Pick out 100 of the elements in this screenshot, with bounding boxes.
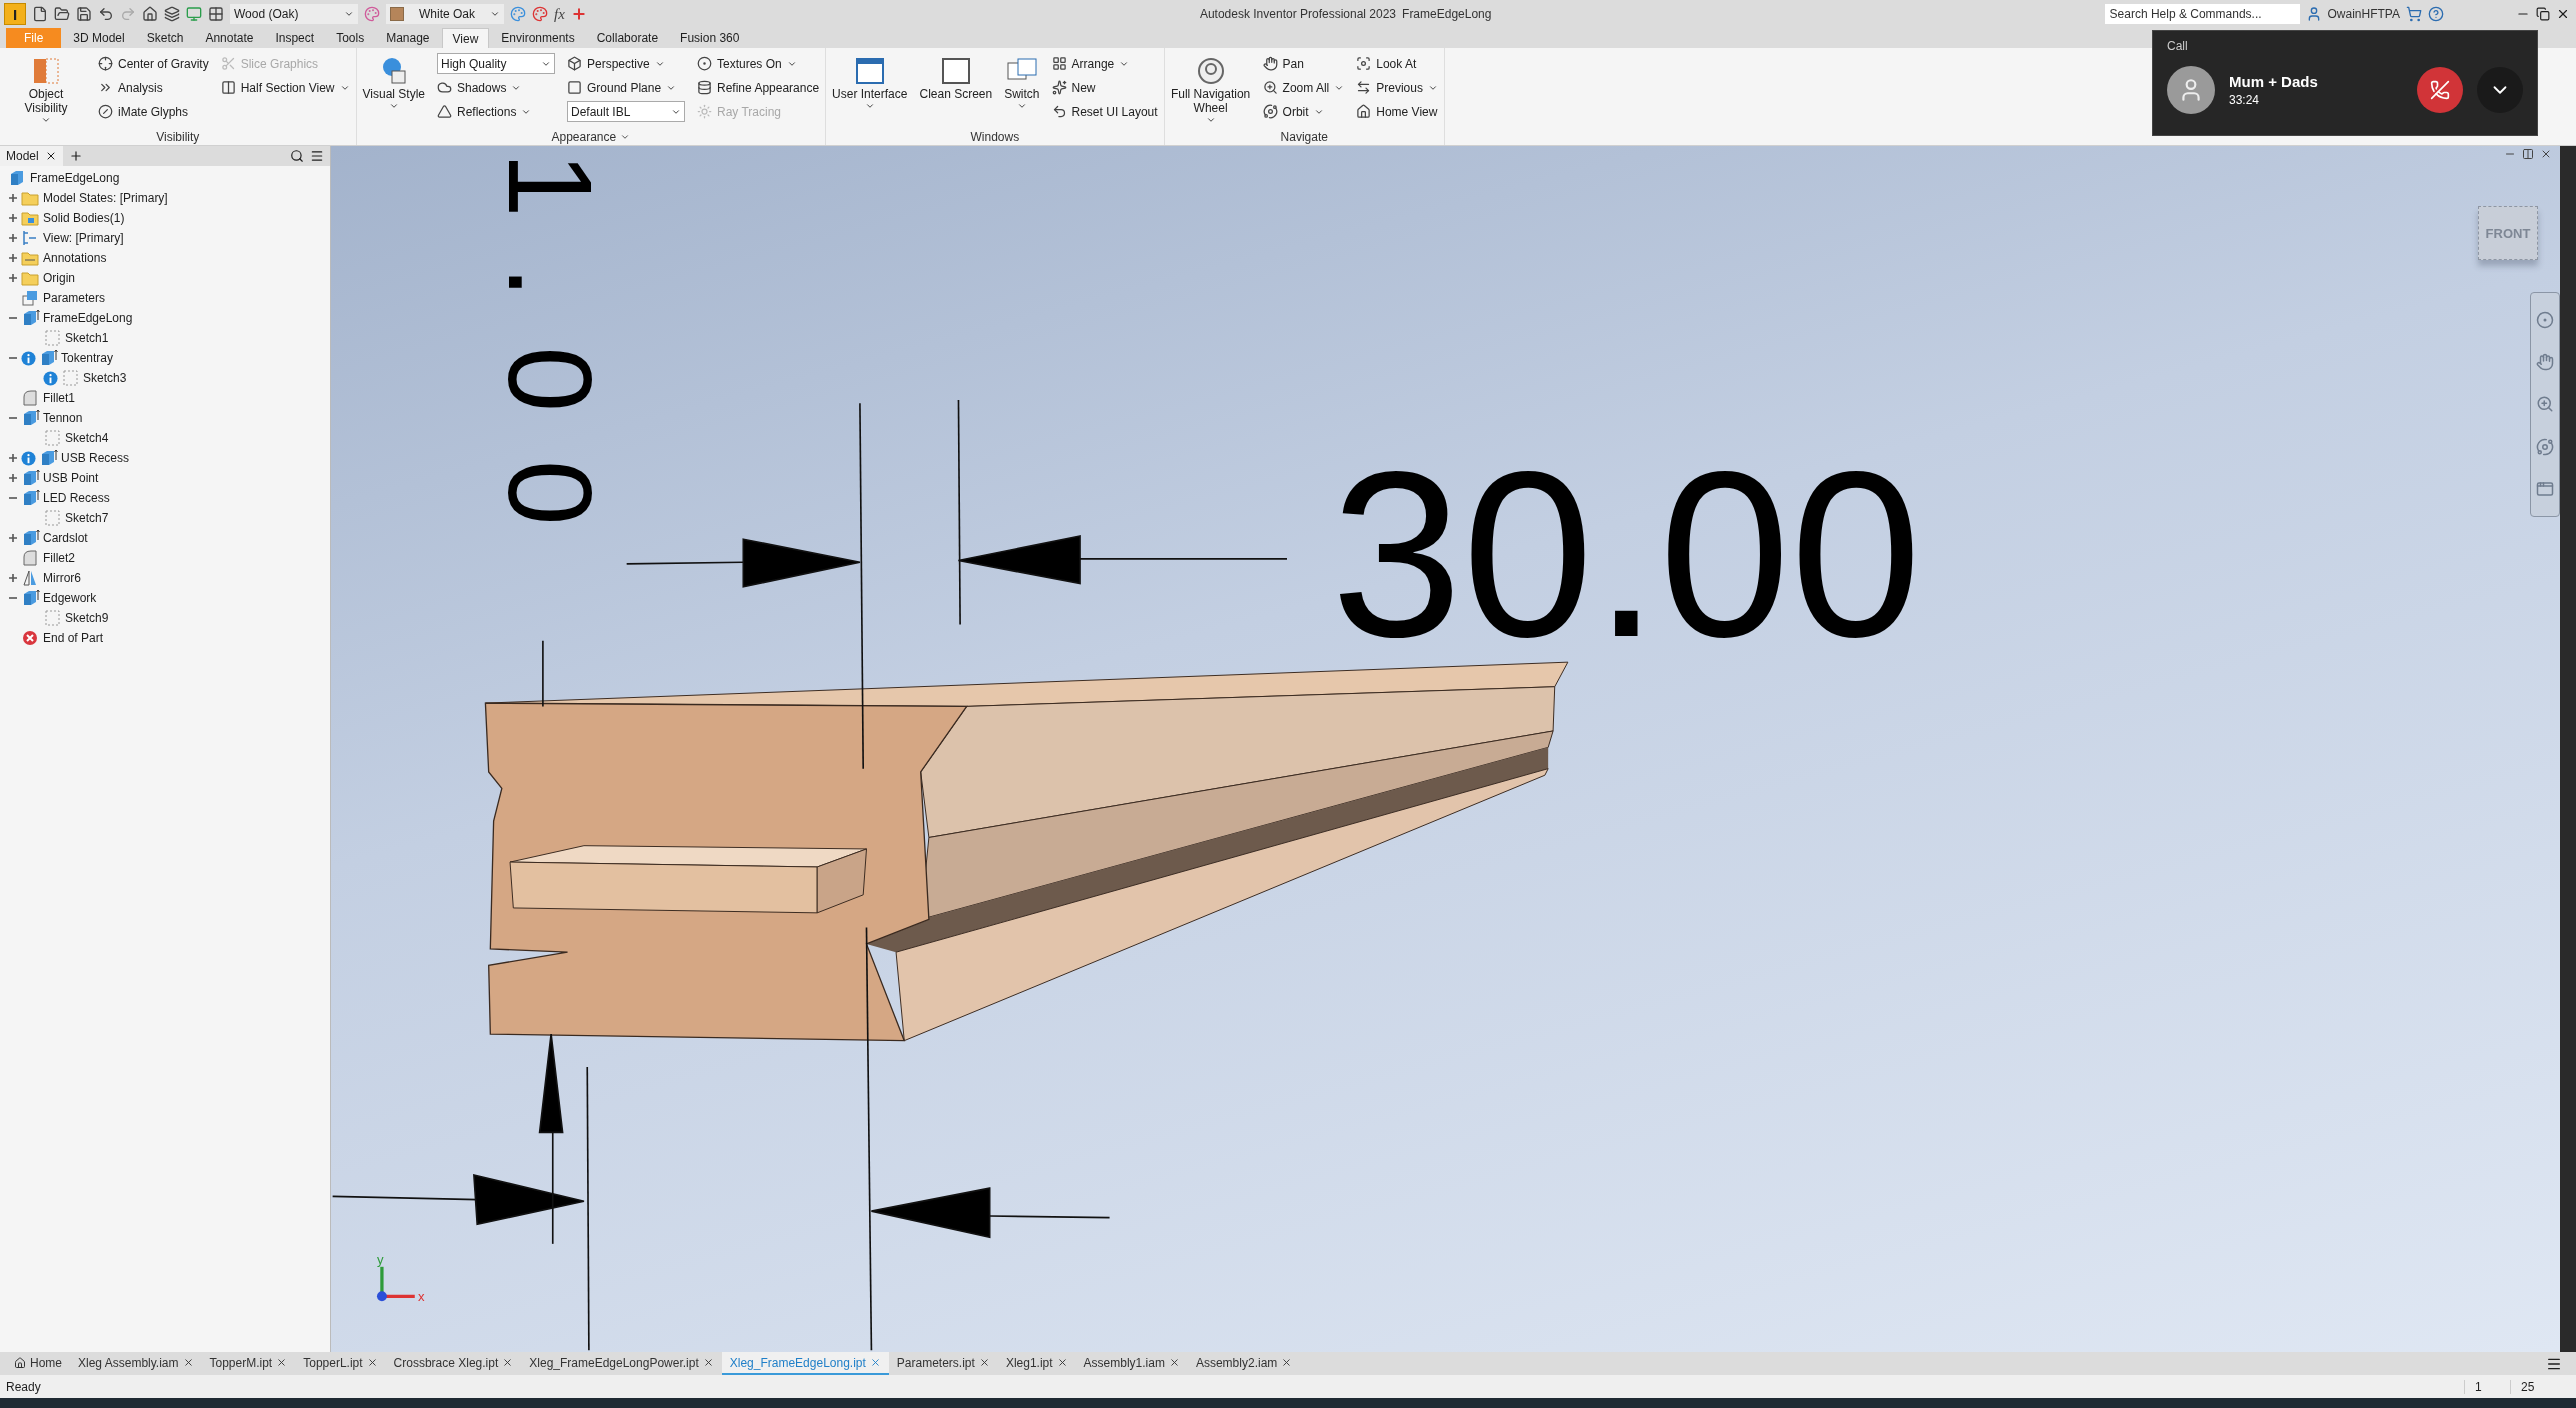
appearance-dropdown[interactable]: White Oak [386, 4, 504, 24]
expand-icon[interactable] [8, 473, 18, 483]
zoom-icon[interactable] [2536, 395, 2554, 414]
ribbon-button[interactable]: Half Section View [220, 77, 350, 98]
tree-item[interactable]: Tennon [43, 411, 83, 425]
home-icon[interactable] [142, 6, 158, 22]
expand-icon[interactable] [8, 273, 18, 283]
ribbon-button[interactable]: Refine Appearance [697, 77, 820, 98]
tree-item[interactable]: Fillet2 [43, 551, 75, 565]
tree-item[interactable]: Sketch7 [65, 511, 109, 525]
search-field[interactable]: Search Help & Commands... [2104, 4, 2300, 24]
browser-tab[interactable]: Model [0, 146, 63, 166]
ribbon-button[interactable]: Previous [1356, 77, 1438, 98]
tree-item[interactable]: LED Recess [43, 491, 110, 505]
hand-icon[interactable] [2536, 353, 2554, 372]
orbit-icon[interactable] [2536, 437, 2554, 456]
new-file-icon[interactable] [32, 6, 48, 22]
tree-item[interactable]: FrameEdgeLong [30, 171, 120, 185]
document-tab[interactable]: Xleg Assembly.iam [70, 1352, 202, 1375]
expand-icon[interactable] [8, 193, 18, 203]
tree-item[interactable]: USB Point [43, 471, 99, 485]
ribbon-button[interactable]: Center of Gravity [98, 53, 209, 74]
close-icon[interactable] [502, 1357, 514, 1368]
split-window-icon[interactable] [2522, 148, 2534, 160]
close-icon[interactable] [182, 1357, 194, 1368]
document-tab[interactable]: Crossbrace Xleg.ipt [385, 1352, 522, 1375]
ribbon-tab[interactable]: 3D Model [63, 28, 135, 48]
ribbon-button[interactable]: iMate Glyphs [98, 101, 209, 122]
checker-icon[interactable] [208, 6, 224, 22]
ribbon-tab[interactable]: Tools [326, 28, 375, 48]
close-icon[interactable] [1056, 1357, 1068, 1368]
dropdown-select[interactable]: Default IBL [567, 101, 685, 122]
cart-icon[interactable] [2406, 6, 2422, 22]
ribbon-large-button[interactable]: User Interface [832, 53, 908, 111]
tree-item[interactable]: Sketch1 [65, 331, 109, 345]
tree-item[interactable]: Sketch4 [65, 431, 109, 445]
tree-item[interactable]: Tokentray [61, 351, 114, 365]
close-icon[interactable] [366, 1357, 378, 1368]
ribbon-tab[interactable]: Fusion 360 [670, 28, 750, 48]
search-icon[interactable] [290, 149, 304, 163]
ribbon-button[interactable]: Analysis [98, 77, 209, 98]
document-tab[interactable]: Assembly2.iam [1187, 1352, 1301, 1375]
close-icon[interactable] [1281, 1357, 1293, 1368]
expand-icon[interactable] [8, 253, 18, 263]
tree-item[interactable]: Sketch3 [83, 371, 127, 385]
close-icon[interactable] [276, 1357, 288, 1368]
close-icon[interactable] [2540, 148, 2552, 160]
palette-icon[interactable] [364, 6, 380, 22]
palette-icon[interactable] [532, 6, 548, 22]
tree-item[interactable]: FrameEdgeLong [43, 311, 133, 325]
ribbon-tab[interactable]: Inspect [265, 28, 325, 48]
ribbon-large-button[interactable]: Object Visibility [6, 53, 86, 125]
layers-icon[interactable] [164, 6, 180, 22]
tree-item[interactable]: USB Recess [61, 451, 130, 465]
ribbon-button[interactable]: Textures On [697, 53, 820, 74]
expand-icon[interactable] [8, 573, 18, 583]
expand-icon[interactable] [8, 453, 18, 463]
ribbon-tab[interactable]: Environments [491, 28, 585, 48]
ribbon-tab[interactable]: Manage [376, 28, 440, 48]
tree-item[interactable]: Model States: [Primary] [43, 191, 168, 205]
graphics-viewport[interactable]: y x 30.00 1.00 FRONT [331, 146, 2560, 1352]
hang-up-button[interactable] [2417, 67, 2463, 113]
ribbon-button[interactable]: Arrange [1051, 53, 1158, 74]
tree-item[interactable]: End of Part [43, 631, 104, 645]
expand-icon[interactable] [8, 233, 18, 243]
tree-item[interactable]: Annotations [43, 251, 107, 265]
tree-item[interactable]: Origin [43, 271, 75, 285]
ribbon-tab[interactable]: Collaborate [586, 28, 669, 48]
document-tab[interactable]: Xleg_FrameEdgeLongPower.ipt [521, 1352, 722, 1375]
dropdown-select[interactable]: High Quality [437, 53, 555, 74]
plus-icon[interactable] [570, 6, 587, 22]
tree-item[interactable]: Solid Bodies(1) [43, 211, 125, 225]
document-tab[interactable]: Home [6, 1352, 70, 1375]
tree-item[interactable]: Fillet1 [43, 391, 75, 405]
monitor-icon[interactable] [186, 6, 202, 22]
material-dropdown[interactable]: Wood (Oak) [230, 4, 358, 24]
tree-item[interactable]: View: [Primary] [43, 231, 124, 245]
undo-icon[interactable] [98, 6, 114, 22]
ribbon-button[interactable]: Orbit [1262, 101, 1345, 122]
tree-item[interactable]: Parameters [43, 291, 106, 305]
open-folder-icon[interactable] [54, 6, 70, 22]
ribbon-button[interactable]: Zoom All [1262, 77, 1345, 98]
ribbon-button[interactable]: Reset UI Layout [1051, 101, 1158, 122]
close-icon[interactable] [978, 1357, 990, 1368]
document-tab[interactable]: Xleg1.ipt [997, 1352, 1076, 1375]
ribbon-tab[interactable]: View [441, 28, 490, 48]
user-name[interactable]: OwainHFTPA [2327, 7, 2400, 21]
ribbon-button[interactable]: Shadows [437, 77, 555, 98]
tree-item[interactable]: Cardslot [43, 531, 88, 545]
document-tab[interactable]: Parameters.ipt [888, 1352, 998, 1375]
restore-icon[interactable] [2536, 7, 2550, 21]
tree-item[interactable]: Mirror6 [43, 571, 81, 585]
ribbon-tab[interactable]: Sketch [136, 28, 194, 48]
ribbon-button[interactable]: New [1051, 77, 1158, 98]
ribbon-large-button[interactable]: Visual Style [362, 53, 425, 111]
plus-icon[interactable] [68, 149, 83, 163]
ribbon-button[interactable]: Look At [1356, 53, 1438, 74]
tree-item[interactable]: Sketch9 [65, 611, 109, 625]
tree-item[interactable]: Edgework [43, 591, 97, 605]
document-tab[interactable]: Assembly1.iam [1075, 1352, 1188, 1375]
